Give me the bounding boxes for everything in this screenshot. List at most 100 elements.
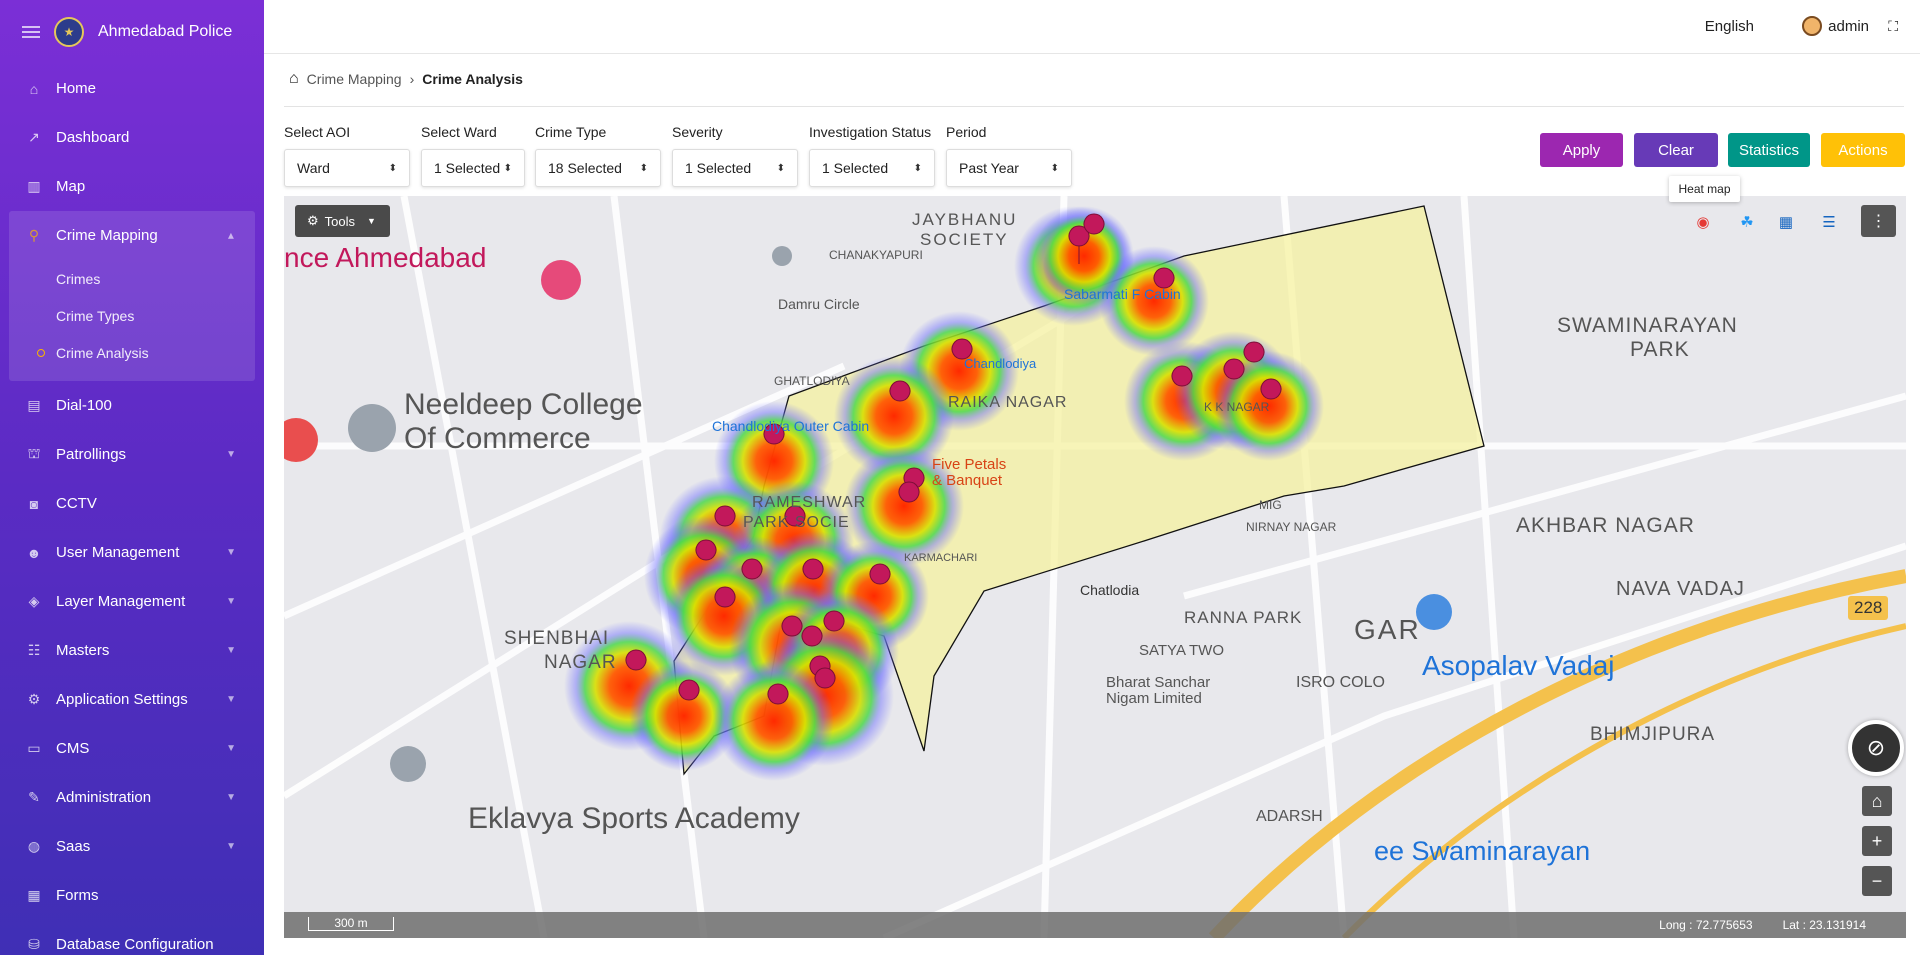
map-label: ee Swaminarayan — [1374, 836, 1591, 866]
sidebar-item-administration[interactable]: ✎ Administration ▼ — [0, 773, 264, 822]
sidebar-item-label: Saas — [56, 838, 91, 855]
sidebar-item-label: Patrollings — [56, 446, 127, 463]
more-options-icon[interactable]: ⋮ — [1861, 205, 1896, 237]
cms-icon: ▭ — [27, 740, 41, 756]
map-label: Of Commerce — [404, 422, 591, 455]
camera-icon: ◙ — [29, 495, 39, 512]
select-value: 1 Selected — [685, 160, 752, 176]
sidebar-item-cms[interactable]: ▭ CMS ▼ — [0, 724, 264, 773]
filter-label: Select Ward — [421, 124, 497, 140]
menu-toggle-icon[interactable] — [22, 26, 40, 38]
sidebar-item-patrollings[interactable]: ⛫ Patrollings ▼ — [0, 430, 264, 479]
breadcrumb-parent[interactable]: Crime Mapping — [307, 71, 402, 87]
select-value: 1 Selected — [822, 160, 889, 176]
zoom-out-button[interactable]: − — [1862, 866, 1892, 896]
filter-ward: Select Ward 1 Selected ⬍ — [421, 124, 525, 187]
map-label: Bharat Sanchar — [1106, 674, 1211, 691]
coordinate-readout: Long : 72.775653 Lat : 23.131914 — [1659, 918, 1866, 932]
map-label: RAIKA NAGAR — [948, 394, 1068, 411]
sidebar-item-crime-mapping[interactable]: ⚲ Crime Mapping ▼ — [9, 211, 255, 260]
sidebar-item-database-configuration[interactable]: ⛁ Database Configuration — [0, 920, 264, 955]
divider — [284, 106, 1904, 107]
chevron-down-icon: ▼ — [226, 792, 236, 803]
masters-icon: ☷ — [27, 642, 41, 658]
chevron-down-icon: ▼ — [226, 645, 236, 656]
select-value: Past Year — [959, 160, 1019, 176]
cluster-icon[interactable]: ☘ — [1734, 209, 1760, 235]
language-selector[interactable]: English — [1705, 18, 1754, 35]
chevron-down-icon: ▼ — [226, 596, 236, 607]
map-label: Eklavya Sports Academy — [468, 802, 800, 835]
sort-arrows-icon: ⬍ — [503, 162, 512, 174]
sidebar-item-masters[interactable]: ☷ Masters ▼ — [0, 626, 264, 675]
sidebar-item-label: CMS — [56, 740, 90, 757]
map-label: Chandlodiya — [964, 356, 1037, 371]
caret-down-icon: ▼ — [367, 216, 376, 226]
home-icon[interactable]: ⌂ — [289, 70, 299, 88]
sidebar-subitem-crime-analysis[interactable]: Crime Analysis — [9, 334, 255, 371]
sidebar-subitem-crime-types[interactable]: Crime Types — [9, 297, 255, 334]
sidebar-item-forms[interactable]: ▦ Forms — [0, 871, 264, 920]
grid-icon[interactable]: ▦ — [1773, 209, 1799, 235]
sidebar-item-label: Administration — [56, 789, 152, 806]
sidebar-item-cctv[interactable]: ◙ CCTV — [0, 479, 264, 528]
sidebar-item-label: Dashboard — [56, 129, 130, 146]
map-label: Asopalav Vadaj — [1422, 650, 1615, 681]
map-icon: ▥ — [27, 178, 41, 194]
filter-investigation-status: Investigation Status 1 Selected ⬍ — [809, 124, 935, 187]
sidebar-subitem-crimes[interactable]: Crimes — [9, 260, 255, 297]
map-label: Nigam Limited — [1106, 690, 1202, 707]
map-label: GAR — [1354, 614, 1421, 645]
apply-button[interactable]: Apply — [1540, 133, 1623, 167]
tools-dropdown[interactable]: ⚙ Tools ▼ — [295, 205, 390, 237]
zoom-in-button[interactable]: + — [1862, 826, 1892, 856]
actions-button[interactable]: Actions — [1821, 133, 1905, 167]
sidebar-item-saas[interactable]: ◍ Saas ▼ — [0, 822, 264, 871]
map-label: nce Ahmedabad — [284, 242, 487, 273]
sidebar-item-dashboard[interactable]: ↗ Dashboard — [0, 113, 264, 162]
tools-label: Tools — [324, 213, 356, 229]
fullscreen-icon[interactable]: ⛶ — [1888, 18, 1898, 35]
compass-icon[interactable]: ⊘ — [1848, 720, 1904, 776]
longitude: Long : 72.775653 — [1659, 918, 1753, 932]
map-label: RAMESHWAR — [752, 494, 867, 511]
sidebar-item-home[interactable]: ⌂ Home — [0, 64, 264, 113]
map-label: K K NAGAR — [1204, 400, 1270, 414]
investigation-status-select[interactable]: 1 Selected ⬍ — [809, 149, 935, 187]
sidebar-item-map[interactable]: ▥ Map — [0, 162, 264, 211]
map-label: RANNA PARK — [1184, 608, 1303, 627]
severity-select[interactable]: 1 Selected ⬍ — [672, 149, 798, 187]
clear-button[interactable]: Clear — [1634, 133, 1718, 167]
sidebar-item-layer-management[interactable]: ◈ Layer Management ▼ — [0, 577, 264, 626]
chevron-up-icon: ▼ — [226, 230, 236, 241]
sidebar-item-dial-100[interactable]: ▤ Dial-100 — [0, 381, 264, 430]
aoi-select[interactable]: Ward ⬍ — [284, 149, 410, 187]
breadcrumb: ⌂ Crime Mapping › Crime Analysis — [289, 70, 523, 88]
sort-arrows-icon: ⬍ — [913, 162, 922, 174]
map-label: 228 — [1848, 596, 1889, 620]
ward-select[interactable]: 1 Selected ⬍ — [421, 149, 525, 187]
sidebar-item-user-management[interactable]: ☻ User Management ▼ — [0, 528, 264, 577]
brand: ★ Ahmedabad Police — [0, 0, 264, 64]
users-icon: ☻ — [26, 544, 42, 561]
crime-type-select[interactable]: 18 Selected ⬍ — [535, 149, 661, 187]
map-label: PARK — [1630, 338, 1690, 361]
sidebar-item-label: Crime Mapping — [56, 227, 158, 244]
home-extent-icon[interactable]: ⌂ — [1862, 786, 1892, 816]
breadcrumb-current: Crime Analysis — [422, 71, 523, 87]
sidebar-item-application-settings[interactable]: ⚙ Application Settings ▼ — [0, 675, 264, 724]
map-statusbar: 300 m Long : 72.775653 Lat : 23.131914 — [284, 912, 1906, 938]
map-label: AKHBAR NAGAR — [1516, 514, 1695, 537]
statistics-button[interactable]: Statistics — [1728, 133, 1810, 167]
filter-aoi: Select AOI Ward ⬍ — [284, 124, 410, 187]
map-canvas[interactable]: nce Ahmedabad Neeldeep College Of Commer… — [284, 196, 1906, 938]
period-select[interactable]: Past Year ⬍ — [946, 149, 1072, 187]
police-logo-icon: ★ — [54, 17, 84, 47]
user-menu[interactable]: admin — [1802, 16, 1869, 36]
map-label: Five Petals — [932, 456, 1007, 473]
list-icon[interactable]: ☰ — [1816, 209, 1842, 235]
chevron-down-icon: ▼ — [226, 449, 236, 460]
filter-label: Select AOI — [284, 124, 351, 140]
heatmap-icon[interactable]: ◉ — [1690, 209, 1716, 235]
map-label: Neeldeep College — [404, 388, 643, 421]
